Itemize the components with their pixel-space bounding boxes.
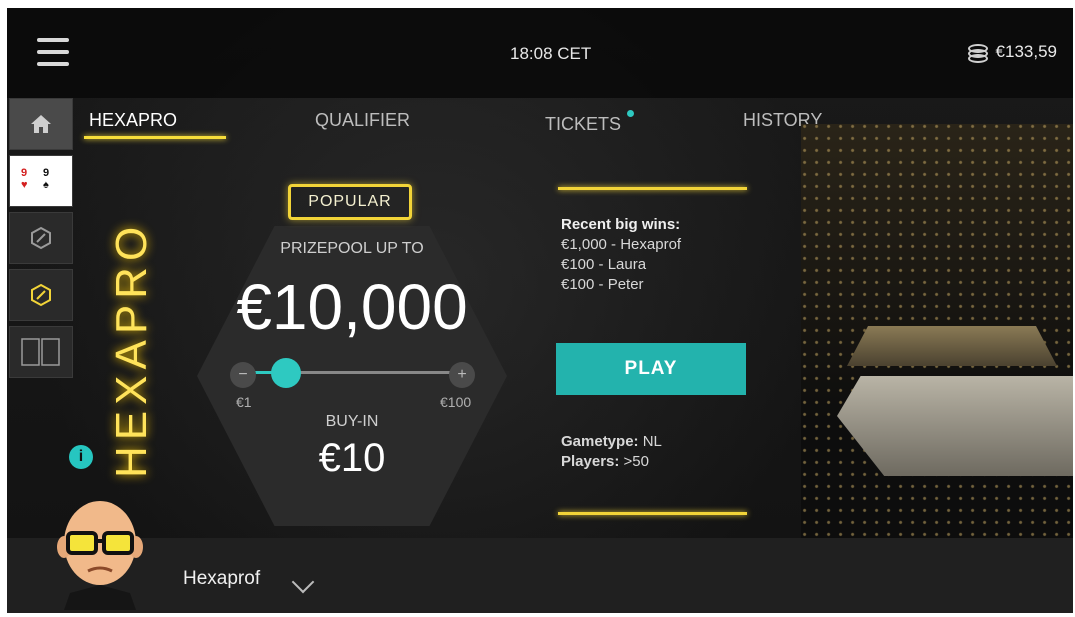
players-value: >50 [623, 453, 649, 470]
home-icon [31, 115, 51, 133]
card-spades: 9 ♠ [42, 166, 62, 196]
prizepool-label: PRIZEPOOL UP TO [280, 240, 424, 257]
app-frame: 18:08 CET €133,59 HEXAPRO QUALIFIER TICK… [7, 8, 1073, 613]
gametype-label: Gametype: [561, 433, 639, 450]
table-platform-image [837, 376, 1073, 476]
gametype-value: NL [642, 433, 662, 450]
tab-tickets[interactable]: TICKETS [545, 114, 621, 135]
recent-win-item: €100 - Laura [561, 256, 647, 273]
coins-icon [966, 44, 988, 63]
hamburger-menu-icon[interactable] [37, 38, 69, 66]
tab-hexapro[interactable]: HEXAPRO [89, 110, 177, 131]
info-icon[interactable]: i [69, 445, 93, 469]
game-info: Gametype: NL Players: >50 [561, 432, 662, 472]
decrement-button[interactable]: − [230, 362, 256, 388]
sidebar-item-tickets[interactable] [9, 326, 73, 378]
balance-display[interactable]: €133,59 [966, 42, 1057, 63]
username[interactable]: Hexaprof [183, 568, 260, 590]
avatar[interactable] [50, 485, 150, 610]
card-hearts: 9 ♥ [20, 166, 40, 196]
increment-button[interactable]: + [449, 362, 475, 388]
bottom-bar [7, 538, 1073, 613]
gold-divider-top [558, 187, 747, 190]
prizepool-value: €10,000 [236, 271, 468, 343]
play-button[interactable]: PLAY [556, 343, 746, 395]
sidebar: 9 ♥ 9 ♠ [7, 98, 75, 384]
slider-max-label: €100 [440, 394, 472, 410]
buyin-slider[interactable]: − + [230, 358, 475, 388]
sidebar-item-home[interactable] [9, 98, 73, 150]
tab-qualifier[interactable]: QUALIFIER [315, 110, 410, 131]
clock-time: 18:08 CET [510, 44, 592, 63]
players-label: Players: [561, 453, 620, 470]
buyin-label: BUY-IN [325, 413, 379, 430]
tickets-icon [21, 338, 60, 366]
recent-win-item: €100 - Peter [561, 276, 644, 293]
recent-wins: Recent big wins: €1,000 - Hexaprof €100 … [561, 215, 681, 295]
sidebar-item-cards[interactable]: 9 ♥ 9 ♠ [9, 155, 73, 207]
gold-divider-bottom [558, 512, 747, 515]
recent-win-item: €1,000 - Hexaprof [561, 236, 682, 253]
hexapro-grey-icon [31, 226, 51, 250]
cards-icon: 9 ♥ 9 ♠ [20, 166, 62, 196]
active-tab-underline [84, 136, 226, 139]
tickets-notification-dot [627, 110, 634, 117]
recent-wins-title: Recent big wins: [561, 216, 681, 233]
tab-bar: HEXAPRO QUALIFIER TICKETS HISTORY [89, 110, 849, 146]
slider-min-label: €1 [236, 394, 252, 410]
top-bar: 18:08 CET €133,59 [7, 8, 1073, 98]
buyin-value: €10 [318, 436, 386, 480]
hexapro-yellow-icon [31, 283, 51, 307]
hexapro-neon-logo: HEXAPRO [107, 220, 156, 478]
slider-handle[interactable] [271, 358, 301, 388]
popular-badge: POPULAR [288, 184, 412, 220]
sidebar-item-hexapro-grey[interactable] [9, 212, 73, 264]
poker-table-image [847, 326, 1057, 366]
balance-value: €133,59 [995, 42, 1057, 61]
sidebar-item-hexapro[interactable] [9, 269, 73, 321]
